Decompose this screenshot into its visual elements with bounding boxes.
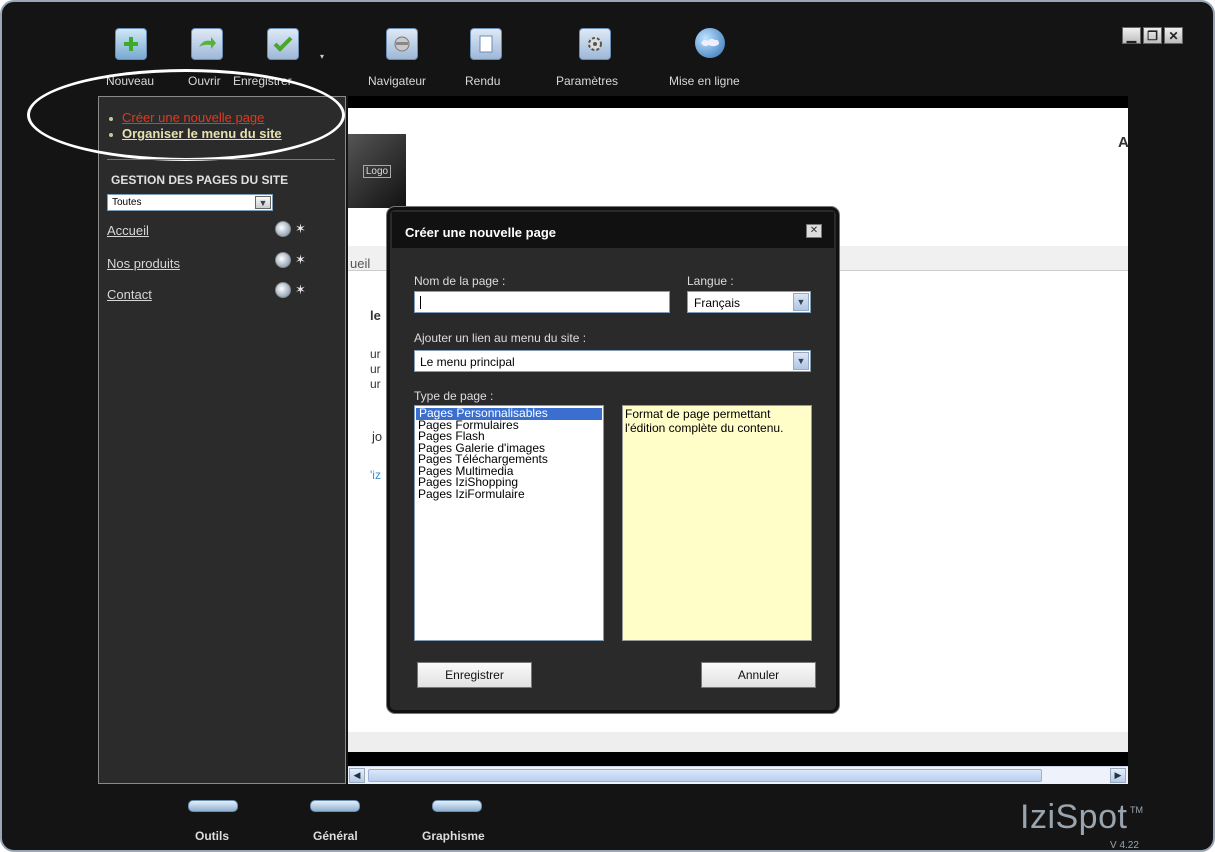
check-icon bbox=[267, 28, 299, 60]
menu-link-label: Ajouter un lien au menu du site : bbox=[414, 331, 587, 345]
highlight-ellipse bbox=[27, 69, 345, 161]
dialog-title: Créer une nouvelle page bbox=[405, 225, 556, 240]
horizontal-scrollbar[interactable]: ◀ ▶ bbox=[348, 766, 1128, 784]
tab-graphisme-label[interactable]: Graphisme bbox=[422, 829, 485, 843]
preview-fragment: jo bbox=[372, 429, 383, 444]
language-value: Français bbox=[694, 296, 741, 310]
browser-icon bbox=[386, 28, 418, 60]
browser-label: Navigateur bbox=[368, 74, 427, 88]
sidebar-section-title: GESTION DES PAGES DU SITE bbox=[111, 173, 289, 187]
publish-button[interactable] bbox=[695, 28, 725, 58]
render-label: Rendu bbox=[465, 74, 501, 88]
pages-filter-select[interactable]: Toutes ▼ bbox=[107, 194, 273, 211]
preview-fragment: ur bbox=[370, 347, 381, 361]
close-button[interactable]: ✕ bbox=[1164, 27, 1183, 44]
dialog-close-button[interactable]: ✕ bbox=[806, 224, 822, 238]
app-window: ▁ ❐ ✕ ▾ Nouveau Ouvrir Enregistrer Navig… bbox=[0, 0, 1215, 852]
edit-page-icon[interactable] bbox=[275, 282, 291, 298]
page-type-description: Format de page permettant l'édition comp… bbox=[622, 405, 812, 641]
menu-value: Le menu principal bbox=[420, 355, 515, 369]
brand-trademark: TM bbox=[1130, 805, 1143, 815]
version-label: V 4.22 bbox=[1110, 840, 1139, 851]
edit-page-icon[interactable] bbox=[275, 252, 291, 268]
cancel-dialog-button[interactable]: Annuler bbox=[701, 662, 816, 688]
chevron-down-icon: ▼ bbox=[793, 352, 809, 370]
brand-logo: IziSpot bbox=[1020, 798, 1128, 836]
chevron-down-icon: ▼ bbox=[255, 196, 271, 209]
dialog-title-bar: Créer une nouvelle page ✕ bbox=[392, 212, 834, 248]
page-link-accueil[interactable]: Accueil bbox=[107, 223, 149, 238]
browser-button[interactable] bbox=[386, 28, 418, 60]
preview-fragment: le bbox=[370, 308, 381, 323]
chevron-down-icon: ▼ bbox=[793, 293, 809, 311]
preview-tab-text: ueil bbox=[350, 256, 371, 271]
settings-label: Paramètres bbox=[556, 74, 619, 88]
gear-icon bbox=[579, 28, 611, 60]
page-link-contact[interactable]: Contact bbox=[107, 287, 152, 302]
open-button[interactable] bbox=[191, 28, 223, 60]
page-type-label: Type de page : bbox=[414, 389, 494, 403]
new-button[interactable] bbox=[115, 28, 147, 60]
publish-label: Mise en ligne bbox=[669, 74, 740, 88]
description-text: Format de page permettant l'édition comp… bbox=[625, 407, 784, 435]
language-label: Langue : bbox=[687, 274, 734, 288]
text-cursor bbox=[420, 296, 421, 309]
page-name-input[interactable] bbox=[414, 291, 670, 313]
preview-fragment: 'iz bbox=[370, 468, 381, 482]
filter-value: Toutes bbox=[112, 197, 142, 208]
save-dialog-label: Enregistrer bbox=[445, 668, 504, 682]
plus-icon bbox=[115, 28, 147, 60]
tab-graphisme[interactable] bbox=[432, 800, 482, 812]
globe-icon bbox=[695, 28, 725, 58]
wand-icon[interactable]: ✶ bbox=[295, 282, 312, 298]
tab-general[interactable] bbox=[310, 800, 360, 812]
wand-icon[interactable]: ✶ bbox=[295, 221, 312, 237]
logo-text: Logo bbox=[362, 164, 392, 178]
page-actions: ✶ bbox=[275, 252, 312, 268]
scroll-left-arrow[interactable]: ◀ bbox=[349, 768, 365, 783]
maximize-button[interactable]: ❐ bbox=[1143, 27, 1162, 44]
preview-fragment: ur bbox=[370, 377, 381, 391]
preview-corner-text: A bbox=[1118, 134, 1128, 151]
save-dialog-button[interactable]: Enregistrer bbox=[417, 662, 532, 688]
preview-fragment: ur bbox=[370, 362, 381, 376]
save-dropdown-arrow[interactable]: ▾ bbox=[320, 52, 324, 61]
sidebar-divider bbox=[107, 159, 335, 160]
preview-right-notch bbox=[825, 330, 1128, 402]
new-page-dialog: Créer une nouvelle page ✕ Nom de la page… bbox=[387, 207, 839, 713]
name-label: Nom de la page : bbox=[414, 274, 506, 288]
menu-select[interactable]: Le menu principal ▼ bbox=[414, 350, 811, 372]
page-actions: ✶ bbox=[275, 282, 312, 298]
save-button[interactable] bbox=[267, 28, 299, 60]
render-button[interactable] bbox=[470, 28, 502, 60]
settings-button[interactable] bbox=[579, 28, 611, 60]
cancel-dialog-label: Annuler bbox=[737, 668, 780, 682]
page-link-nos-produits[interactable]: Nos produits bbox=[107, 256, 180, 271]
minimize-button[interactable]: ▁ bbox=[1122, 27, 1141, 44]
wand-icon[interactable]: ✶ bbox=[295, 252, 312, 268]
language-select[interactable]: Français ▼ bbox=[687, 291, 811, 313]
preview-footer-band bbox=[348, 732, 1128, 752]
tab-general-label[interactable]: Général bbox=[313, 829, 358, 843]
arrow-icon bbox=[191, 28, 223, 60]
edit-page-icon[interactable] bbox=[275, 221, 291, 237]
page-icon bbox=[470, 28, 502, 60]
preview-top-bar bbox=[348, 96, 1128, 108]
page-type-item[interactable]: Pages IziFormulaire bbox=[415, 488, 603, 501]
preview-bottom-bar bbox=[348, 752, 1128, 766]
scroll-thumb[interactable] bbox=[368, 769, 1042, 782]
page-type-list[interactable]: Pages Personnalisables Pages Formulaires… bbox=[414, 405, 604, 641]
scroll-right-arrow[interactable]: ▶ bbox=[1110, 768, 1126, 783]
sidebar: Créer une nouvelle page Organiser le men… bbox=[27, 69, 346, 784]
tab-outils[interactable] bbox=[188, 800, 238, 812]
tab-outils-label[interactable]: Outils bbox=[195, 829, 229, 843]
logo-block: Logo bbox=[348, 134, 406, 208]
page-actions: ✶ bbox=[275, 221, 312, 237]
